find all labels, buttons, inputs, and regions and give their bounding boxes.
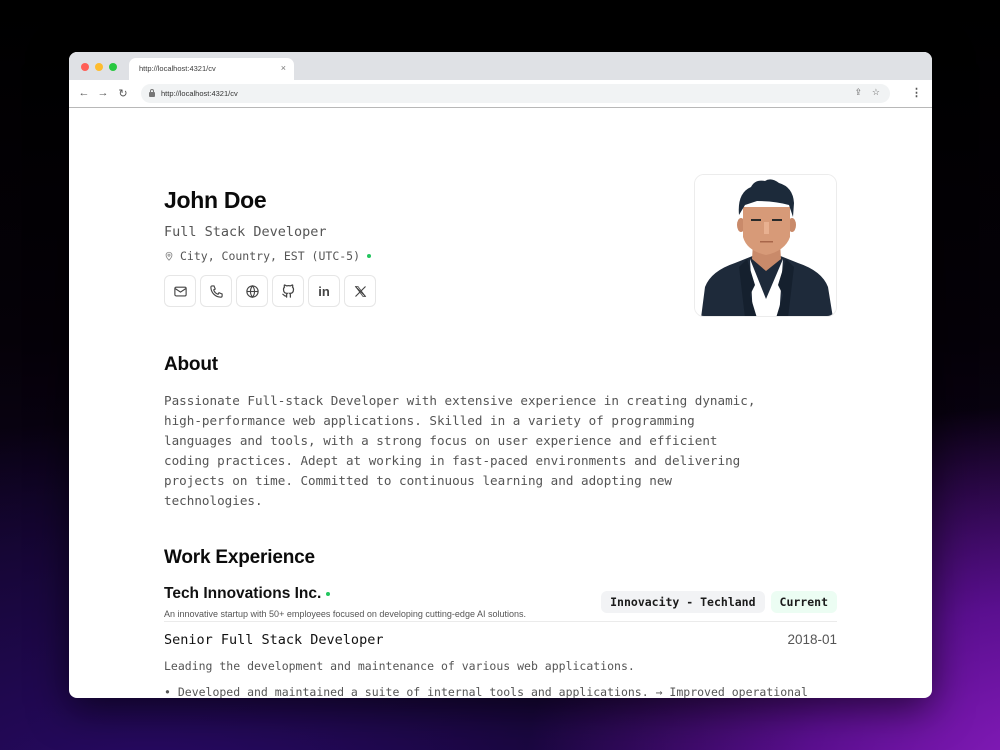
x-button[interactable] <box>344 275 376 307</box>
company-name-text: Tech Innovations Inc. <box>164 585 322 602</box>
browser-tab[interactable]: http://localhost:4321/cv × <box>129 58 294 80</box>
location-text: City, Country, EST (UTC-5) <box>180 249 361 263</box>
github-button[interactable] <box>272 275 304 307</box>
maximize-window-button[interactable] <box>109 63 117 71</box>
job-badges: Innovacity - Techland Current <box>601 591 837 613</box>
job-bullet: • Developed and maintained a suite of in… <box>164 685 808 698</box>
about-text: Passionate Full-stack Developer with ext… <box>164 393 756 508</box>
linkedin-button[interactable]: in <box>308 275 340 307</box>
tab-bar: http://localhost:4321/cv × <box>69 52 932 80</box>
back-arrow-icon[interactable]: ← <box>77 87 91 99</box>
email-button[interactable] <box>164 275 196 307</box>
job-location-badge: Innovacity - Techland <box>601 591 765 613</box>
bookmark-star-icon[interactable]: ☆ <box>872 87 880 98</box>
map-pin-icon <box>165 251 173 261</box>
profile-name: John Doe <box>164 187 267 213</box>
job-divider <box>164 621 837 622</box>
close-window-button[interactable] <box>81 63 89 71</box>
minimize-window-button[interactable] <box>95 63 103 71</box>
tab-close-icon[interactable]: × <box>281 63 286 73</box>
cv-page: John Doe Full Stack Developer City, Coun… <box>69 109 932 698</box>
website-button[interactable] <box>236 275 268 307</box>
job-status-badge: Current <box>770 591 837 613</box>
forward-arrow-icon[interactable]: → <box>96 87 110 99</box>
globe-icon <box>245 284 259 298</box>
url-text: http://localhost:4321/cv <box>161 89 238 98</box>
reload-icon[interactable]: ↻ <box>116 87 130 100</box>
social-links: in <box>164 275 376 307</box>
tab-title: http://localhost:4321/cv <box>139 64 216 73</box>
x-icon <box>354 285 366 297</box>
phone-button[interactable] <box>200 275 232 307</box>
linkedin-icon: in <box>318 283 330 299</box>
phone-icon <box>209 284 223 298</box>
profile-location[interactable]: City, Country, EST (UTC-5) <box>164 249 372 263</box>
available-status-dot <box>367 254 372 258</box>
company-description: An innovative startup with 50+ employees… <box>164 609 526 619</box>
github-icon <box>281 283 294 298</box>
browser-toolbar: ← → ↻ http://localhost:4321/cv ⇪ ☆ ⋮ <box>69 80 932 108</box>
avatar-illustration <box>695 175 836 316</box>
work-experience-heading: Work Experience <box>164 547 315 568</box>
mail-icon <box>173 286 187 296</box>
address-bar[interactable]: http://localhost:4321/cv ⇪ ☆ <box>141 84 890 103</box>
job-role: Senior Full Stack Developer <box>164 632 384 648</box>
about-heading: About <box>164 354 218 375</box>
company-name[interactable]: Tech Innovations Inc. <box>164 585 331 603</box>
share-icon[interactable]: ⇪ <box>854 87 862 98</box>
job-role-description: Leading the development and maintenance … <box>164 659 635 673</box>
company-active-dot <box>326 592 331 596</box>
window-controls <box>81 63 117 71</box>
job-start-date: 2018-01 <box>787 632 837 647</box>
profile-title: Full Stack Developer <box>164 224 327 240</box>
browser-menu-icon[interactable]: ⋮ <box>911 86 922 99</box>
profile-avatar <box>694 174 837 317</box>
browser-window: http://localhost:4321/cv × ← → ↻ http://… <box>69 52 932 698</box>
lock-icon <box>149 89 155 97</box>
